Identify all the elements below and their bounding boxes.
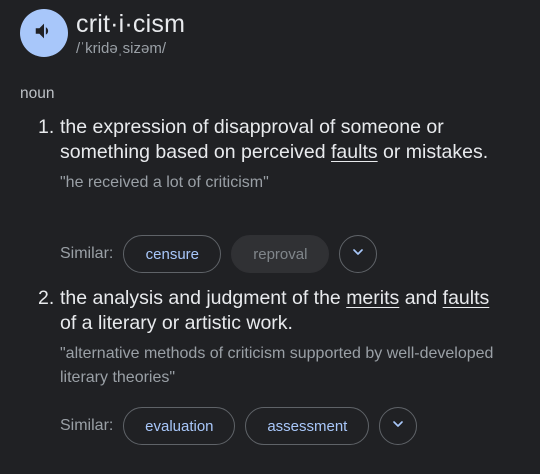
definition-text: the analysis and judgment of the xyxy=(60,287,347,309)
chevron-down-icon xyxy=(350,244,366,265)
expand-similar-button[interactable] xyxy=(379,407,418,445)
sense-2: 2. the analysis and judgment of the meri… xyxy=(38,286,508,390)
definition-text: of a literary or artistic work. xyxy=(60,312,293,334)
part-of-speech: noun xyxy=(20,85,55,102)
link-faults[interactable]: faults xyxy=(443,287,490,309)
chevron-down-icon xyxy=(390,416,406,437)
definition: the analysis and judgment of the merits … xyxy=(60,286,508,336)
sense-number: 2. xyxy=(38,287,55,309)
similar-label: Similar: xyxy=(60,245,114,262)
similar-row-1: Similar: censure reproval xyxy=(60,235,378,273)
definition: the expression of disapproval of someone… xyxy=(60,115,508,165)
link-faults[interactable]: faults xyxy=(331,141,378,163)
pronunciation-button[interactable] xyxy=(20,9,68,57)
headword: crit·i·cism xyxy=(76,10,186,38)
definition-text: or mistakes. xyxy=(377,141,489,163)
similar-row-2: Similar: evaluation assessment xyxy=(60,407,418,445)
similar-chip-evaluation[interactable]: evaluation xyxy=(123,407,236,445)
similar-label: Similar: xyxy=(60,417,114,434)
link-merits[interactable]: merits xyxy=(346,287,399,309)
expand-similar-button[interactable] xyxy=(339,235,378,273)
similar-chip-assessment[interactable]: assessment xyxy=(245,407,370,445)
sense-1: 1. the expression of disapproval of some… xyxy=(38,115,508,195)
similar-chip-censure[interactable]: censure xyxy=(123,235,222,273)
volume-icon xyxy=(33,20,55,47)
similar-chip-reproval[interactable]: reproval xyxy=(231,235,330,273)
definition-text: and xyxy=(399,287,443,309)
example-sentence: "he received a lot of criticism" xyxy=(60,174,269,191)
example-sentence: "alternative methods of criticism suppor… xyxy=(60,345,494,386)
sense-number: 1. xyxy=(38,116,55,138)
phonetic-spelling: /ˈkridəˌsizəm/ xyxy=(76,40,167,57)
